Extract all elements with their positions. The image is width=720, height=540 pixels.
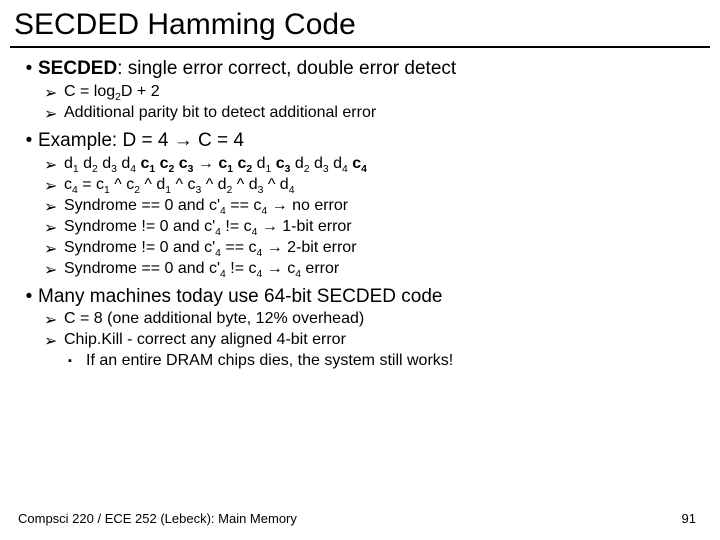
sub-text: Syndrome != 0 and c'4 == c4 → 2-bit erro… — [64, 239, 357, 257]
sub-c4-formula: ➢ c4 = c1 ^ c2 ^ d1 ^ c3 ^ d2 ^ d3 ^ d4 — [44, 176, 700, 196]
sub-text: Syndrome == 0 and c'4 == c4 → no error — [64, 197, 348, 215]
sub-text: Chip.Kill - correct any aligned 4-bit er… — [64, 331, 346, 349]
bullet-64bit: • Many machines today use 64-bit SECDED … — [20, 286, 700, 309]
sub-c-formula: ➢ C = log2D + 2 — [44, 83, 700, 103]
footer-left: Compsci 220 / ECE 252 (Lebeck): Main Mem… — [18, 511, 297, 526]
subsub-text: If an entire DRAM chips dies, the system… — [86, 352, 453, 370]
sub-syndrome-11: ➢ Syndrome != 0 and c'4 != c4 → 1-bit er… — [44, 218, 700, 238]
sub-text: Additional parity bit to detect addition… — [64, 104, 376, 122]
sub-syndrome-01: ➢ Syndrome == 0 and c'4 != c4 → c4 error — [44, 260, 700, 280]
arrow-icon: ➢ — [44, 310, 64, 330]
bullet-icon: • — [20, 286, 38, 309]
sub-chipkill: ➢ Chip.Kill - correct any aligned 4-bit … — [44, 331, 700, 351]
sub-c8: ➢ C = 8 (one additional byte, 12% overhe… — [44, 310, 700, 330]
sub-syndrome-00: ➢ Syndrome == 0 and c'4 == c4 → no error — [44, 197, 700, 217]
bullet-secded-def: • SECDED: single error correct, double e… — [20, 58, 700, 81]
bullet-icon: • — [20, 58, 38, 81]
slide-body: • SECDED: single error correct, double e… — [0, 58, 720, 370]
sub-text: Syndrome != 0 and c'4 != c4 → 1-bit erro… — [64, 218, 352, 236]
bullet-text: Example: D = 4 → C = 4 — [38, 130, 244, 152]
subsub-dram: ▪ If an entire DRAM chips dies, the syst… — [68, 352, 700, 370]
title-underline — [10, 46, 710, 48]
slide-title: SECDED Hamming Code — [0, 0, 720, 46]
arrow-icon: ➢ — [44, 176, 64, 196]
bullet-example: • Example: D = 4 → C = 4 — [20, 130, 700, 153]
arrow-icon: ➢ — [44, 104, 64, 124]
page-number: 91 — [682, 511, 696, 526]
sub-text: d1 d2 d3 d4 c1 c2 c3 → c1 c2 d1 c3 d2 d3… — [64, 155, 367, 173]
arrow-icon: ➢ — [44, 260, 64, 280]
sub-bit-sequence: ➢ d1 d2 d3 d4 c1 c2 c3 → c1 c2 d1 c3 d2 … — [44, 155, 700, 175]
sub-text: Syndrome == 0 and c'4 != c4 → c4 error — [64, 260, 339, 278]
square-icon: ▪ — [68, 352, 86, 367]
bullet-icon: • — [20, 130, 38, 153]
arrow-icon: ➢ — [44, 239, 64, 259]
arrow-icon: ➢ — [44, 197, 64, 217]
sub-syndrome-10: ➢ Syndrome != 0 and c'4 == c4 → 2-bit er… — [44, 239, 700, 259]
bullet-text: SECDED: single error correct, double err… — [38, 58, 456, 80]
sub-text: c4 = c1 ^ c2 ^ d1 ^ c3 ^ d2 ^ d3 ^ d4 — [64, 176, 294, 194]
sub-text: C = 8 (one additional byte, 12% overhead… — [64, 310, 364, 328]
arrow-icon: ➢ — [44, 83, 64, 103]
arrow-icon: ➢ — [44, 218, 64, 238]
sub-text: C = log2D + 2 — [64, 83, 160, 101]
sub-parity: ➢ Additional parity bit to detect additi… — [44, 104, 700, 124]
arrow-icon: ➢ — [44, 331, 64, 351]
arrow-icon: ➢ — [44, 155, 64, 175]
bullet-text: Many machines today use 64-bit SECDED co… — [38, 286, 442, 308]
